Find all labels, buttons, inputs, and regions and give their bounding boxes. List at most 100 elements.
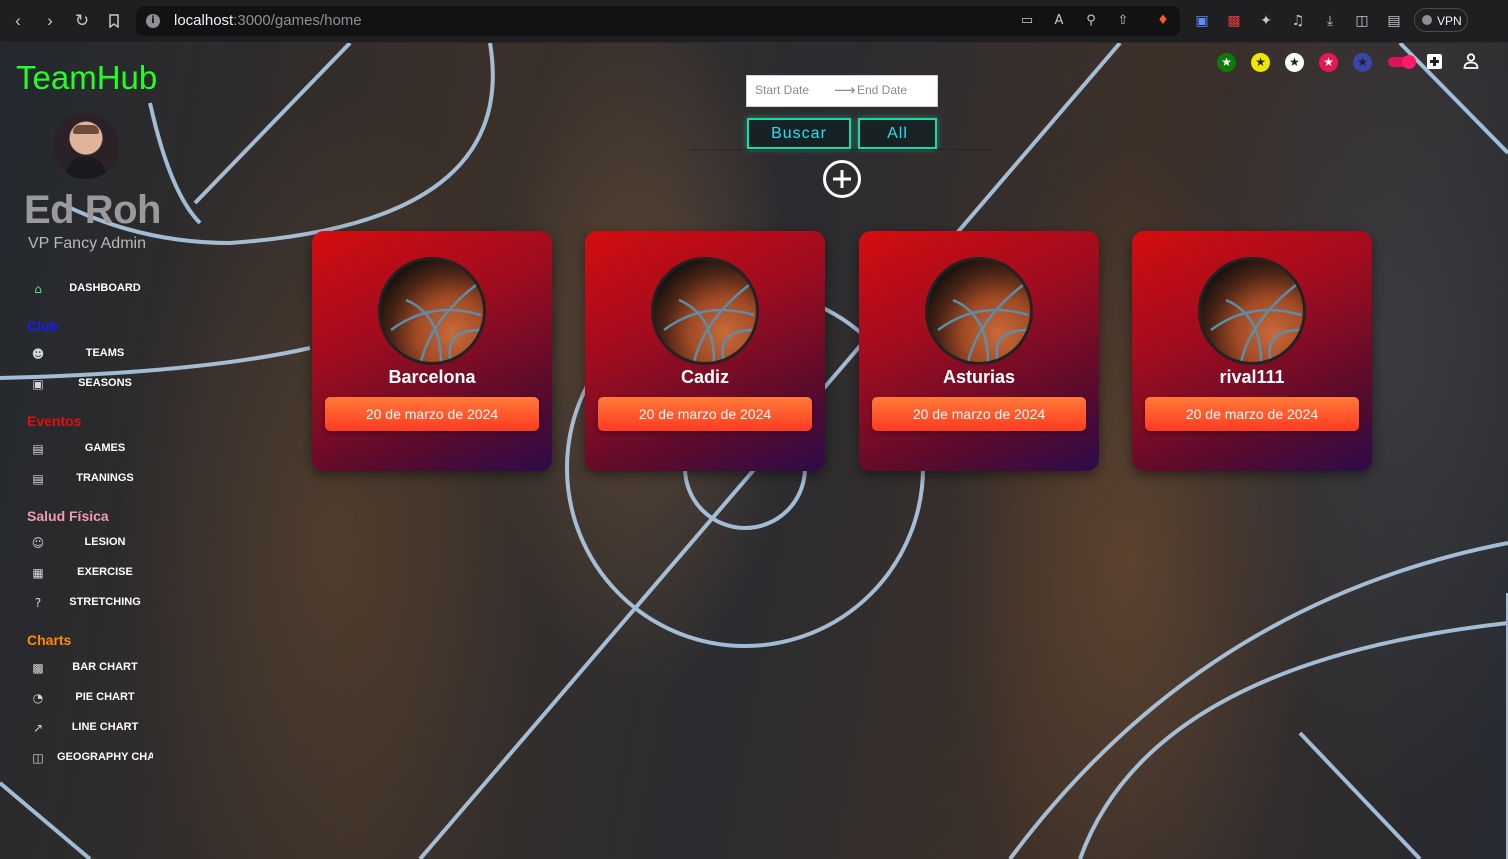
- sidebar-item-label: GEOGRAPHY CHART: [57, 751, 153, 763]
- basketball-image: [925, 257, 1033, 365]
- back-icon[interactable]: ‹: [6, 9, 30, 33]
- basketball-image: [378, 257, 486, 365]
- sidebar-item-stretching[interactable]: ? STRETCHING: [24, 590, 174, 616]
- site-info-icon[interactable]: i: [146, 14, 160, 28]
- add-game-button[interactable]: [823, 160, 861, 198]
- sidebar-item-label: EXERCISE: [77, 566, 133, 578]
- receipt-icon: ▤: [32, 472, 44, 486]
- vpn-status-icon: [1422, 15, 1432, 25]
- game-card[interactable]: Asturias 20 de marzo de 2024: [859, 231, 1099, 471]
- brave-shield-icon[interactable]: ♦: [1154, 12, 1172, 30]
- sidebar-item-label: GAMES: [84, 442, 126, 454]
- theme-toggle[interactable]: [1388, 55, 1416, 69]
- vpn-label: VPN: [1437, 14, 1462, 28]
- sidebar-item-games[interactable]: ▤ GAMES: [24, 436, 174, 462]
- url-text[interactable]: localhost:3000/games/home: [174, 12, 362, 29]
- user-profile-icon[interactable]: [1462, 52, 1480, 70]
- translate-icon[interactable]: A: [1050, 12, 1068, 30]
- sidebar-icon[interactable]: ◫: [1352, 11, 1372, 31]
- game-card[interactable]: Barcelona 20 de marzo de 2024: [312, 231, 552, 471]
- sidebar-item-line-chart[interactable]: ↗ LINE CHART: [24, 715, 174, 741]
- sidebar-item-tranings[interactable]: ▤ TRANINGS: [24, 466, 174, 492]
- team-name: Asturias: [942, 367, 1016, 387]
- browser-toolbar: ‹ › ↻ i localhost:3000/games/home ▭ A ⚲ …: [0, 0, 1508, 43]
- green-star-icon[interactable]: ★: [1217, 53, 1236, 72]
- forward-icon[interactable]: ›: [38, 9, 62, 33]
- divider: [690, 149, 996, 150]
- home-icon: ⌂: [34, 282, 42, 296]
- sidebar-item-teams[interactable]: ☻ TEAMS: [24, 341, 174, 367]
- sidebar-item-label: TRANINGS: [76, 472, 134, 484]
- team-name: Cadiz: [680, 367, 729, 387]
- search-button[interactable]: Buscar: [747, 118, 851, 149]
- app-logo[interactable]: TeamHub: [16, 59, 157, 97]
- sidebar-item-dashboard[interactable]: ⌂ DASHBOARD: [24, 276, 174, 302]
- puzzle-icon[interactable]: ✦: [1256, 11, 1276, 31]
- url-path: :3000/games/home: [233, 12, 362, 29]
- game-date: 20 de marzo de 2024: [598, 397, 812, 431]
- pink-star-icon[interactable]: ★: [1319, 53, 1338, 72]
- toggle-knob: [1402, 55, 1416, 69]
- bookmark-icon[interactable]: [102, 9, 126, 33]
- sidebar-item-label: SEASONS: [78, 377, 132, 389]
- person-icon: ☺: [31, 536, 45, 550]
- section-title-club: Club: [27, 318, 59, 334]
- game-card[interactable]: rival111 20 de marzo de 2024: [1132, 231, 1372, 471]
- section-title-eventos: Eventos: [27, 413, 82, 429]
- basketball-image: [651, 257, 759, 365]
- download-icon[interactable]: ⤓: [1320, 11, 1340, 31]
- zoom-icon[interactable]: ⚲: [1082, 12, 1100, 30]
- sidebar-item-exercise[interactable]: ▦ EXERCISE: [24, 560, 174, 586]
- share-icon[interactable]: ⇧: [1114, 12, 1132, 30]
- translate-extension-icon[interactable]: ▣: [1192, 11, 1212, 31]
- sidebar-item-lesion[interactable]: ☺ LESION: [24, 530, 174, 556]
- help-circle-icon: ?: [34, 596, 42, 610]
- game-date: 20 de marzo de 2024: [1145, 397, 1359, 431]
- date-range-picker[interactable]: ⟶: [746, 75, 938, 107]
- section-title-salud-fisica: Salud Física: [27, 508, 109, 524]
- contact-card-icon: ▣: [32, 377, 44, 391]
- yellow-star-icon[interactable]: ★: [1251, 53, 1270, 72]
- game-date: 20 de marzo de 2024: [325, 397, 539, 431]
- white-star-icon[interactable]: ★: [1285, 53, 1304, 72]
- wallet-icon[interactable]: ▤: [1384, 11, 1404, 31]
- all-button[interactable]: All: [858, 118, 937, 149]
- avatar-shirt: [66, 157, 106, 179]
- vpn-button[interactable]: VPN: [1414, 8, 1468, 32]
- sidebar-item-label: BAR CHART: [72, 661, 138, 673]
- music-icon[interactable]: ♫: [1288, 11, 1308, 31]
- sidebar-item-bar-chart[interactable]: ▩ BAR CHART: [24, 655, 174, 681]
- sidebar-item-label: TEAMS: [85, 347, 125, 359]
- sidebar-item-label: DASHBOARD: [69, 282, 141, 294]
- people-icon: ☻: [31, 347, 45, 361]
- extension-icon[interactable]: ▩: [1224, 11, 1244, 31]
- user-name: Ed Roh: [24, 188, 161, 232]
- game-date: 20 de marzo de 2024: [872, 397, 1086, 431]
- page: TeamHub Ed Roh VP Fancy Admin ⌂ DASHBOAR…: [0, 43, 1508, 859]
- basketball-image: [1198, 257, 1306, 365]
- blue-star-icon[interactable]: ★: [1353, 53, 1372, 72]
- avatar: [53, 113, 119, 179]
- sidebar-item-label: LESION: [84, 536, 126, 548]
- sidebar-item-pie-chart[interactable]: ◔ PIE CHART: [24, 685, 174, 711]
- sidebar-item-label: PIE CHART: [75, 691, 135, 703]
- calendar-icon: ▦: [32, 566, 44, 580]
- add-square-icon[interactable]: [1427, 54, 1442, 69]
- cast-icon[interactable]: ▭: [1018, 12, 1036, 30]
- reload-icon[interactable]: ↻: [70, 9, 94, 33]
- team-name: rival111: [1219, 367, 1285, 387]
- pie-chart-icon: ◔: [32, 691, 44, 705]
- sidebar-item-geography-chart[interactable]: ◫ GEOGRAPHY CHART: [24, 745, 174, 771]
- end-date-input[interactable]: [857, 83, 933, 97]
- sidebar-item-label: LINE CHART: [71, 721, 139, 733]
- team-name: Barcelona: [388, 367, 476, 387]
- game-card[interactable]: Cadiz 20 de marzo de 2024: [585, 231, 825, 471]
- section-title-charts: Charts: [27, 632, 72, 648]
- avatar-hair: [73, 125, 99, 134]
- sidebar-item-seasons[interactable]: ▣ SEASONS: [24, 371, 174, 397]
- start-date-input[interactable]: [755, 83, 831, 97]
- map-icon: ◫: [32, 751, 44, 765]
- bar-chart-icon: ▩: [32, 661, 44, 675]
- receipt-icon: ▤: [32, 442, 44, 456]
- address-bar[interactable]: i localhost:3000/games/home ▭ A ⚲ ⇧ ♦: [136, 6, 1180, 36]
